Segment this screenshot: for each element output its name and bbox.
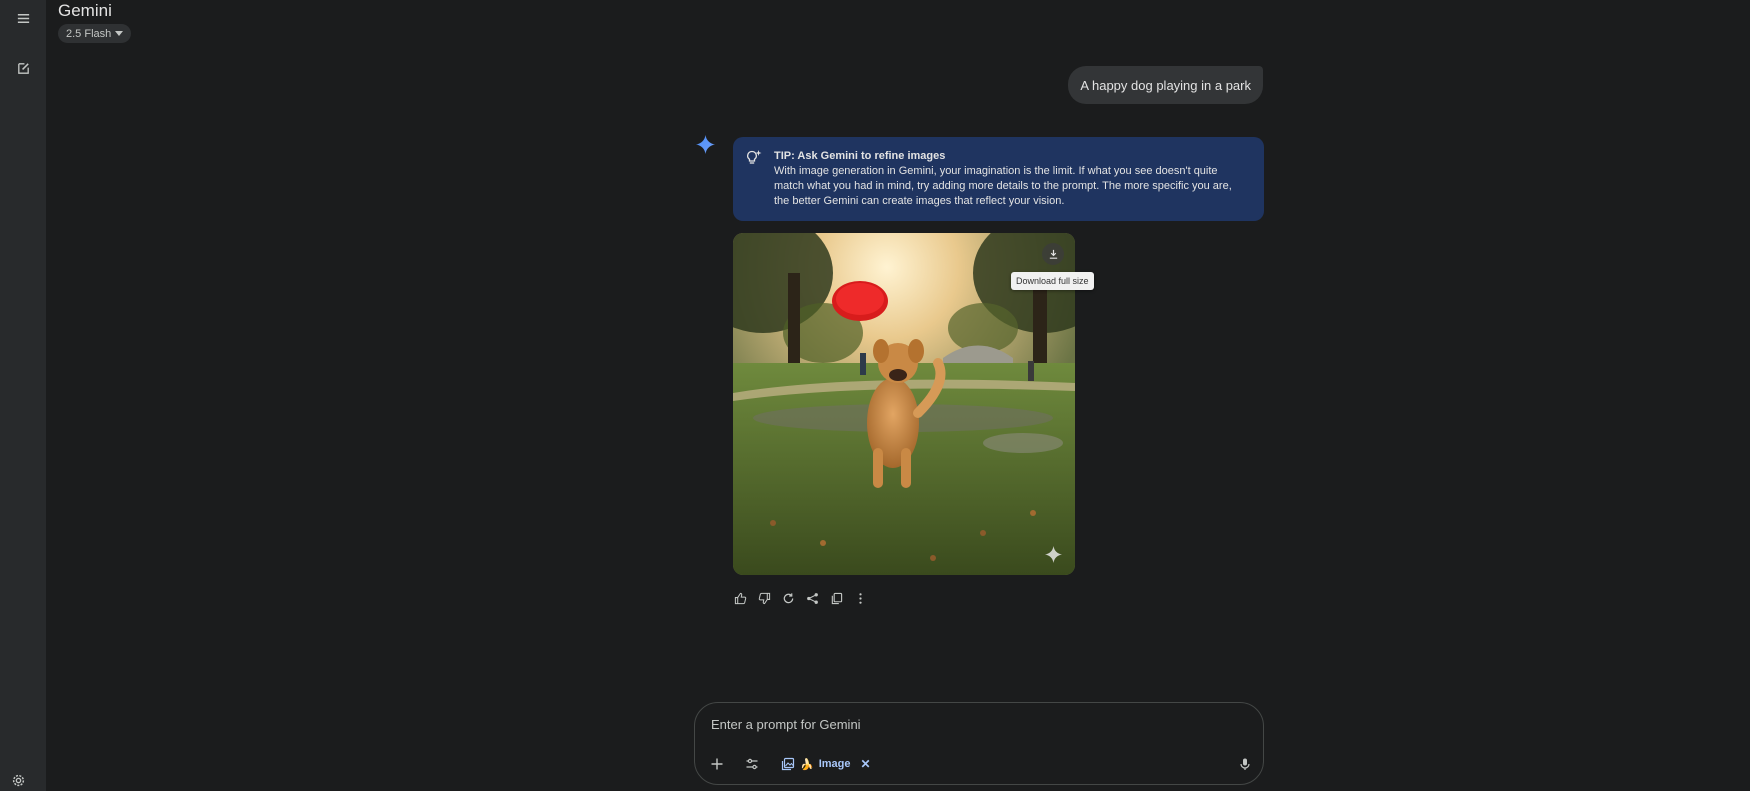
download-button[interactable]: [1042, 243, 1064, 265]
gemini-spark-icon: [696, 135, 715, 154]
user-message-text: A happy dog playing in a park: [1080, 77, 1251, 93]
share-icon: [806, 592, 818, 604]
settings-button[interactable]: [3, 769, 33, 791]
response-actions: [731, 589, 869, 607]
side-rail: [0, 0, 46, 791]
mic-icon: [1240, 758, 1250, 770]
tune-icon: [746, 758, 758, 770]
add-button[interactable]: [705, 752, 729, 776]
image-stack-icon: [781, 757, 795, 771]
thumbs-up-icon: [734, 592, 746, 604]
share-button[interactable]: [803, 589, 821, 607]
tip-body: With image generation in Gemini, your im…: [774, 165, 1232, 207]
thumbs-down-button[interactable]: [755, 589, 773, 607]
copy-icon: [831, 592, 842, 604]
model-selector[interactable]: 2.5 Flash: [58, 24, 132, 43]
menu-icon: [17, 13, 29, 23]
more-vert-icon: [858, 592, 862, 604]
copy-button[interactable]: [827, 589, 845, 607]
sparkle-watermark-icon: [1045, 546, 1062, 563]
banana-emoji: 🍌: [800, 758, 814, 771]
plus-icon: [711, 758, 723, 770]
more-options-button[interactable]: [851, 589, 869, 607]
prompt-box: 🍌 Image ✕: [694, 702, 1264, 785]
thumbs-up-button[interactable]: [731, 589, 749, 607]
prompt-input[interactable]: [709, 713, 1239, 735]
tip-title: TIP: Ask Gemini to refine images: [774, 150, 946, 162]
mic-button[interactable]: [1233, 752, 1257, 776]
gear-icon: [12, 774, 24, 786]
app-title: Gemini: [58, 1, 112, 20]
edit-icon: [17, 62, 29, 74]
new-chat-button[interactable]: [7, 52, 39, 84]
download-icon: [1049, 249, 1057, 259]
lightbulb-sparkle-icon: [747, 150, 762, 164]
model-label: 2.5 Flash: [66, 27, 112, 40]
tip-card: TIP: Ask Gemini to refine images With im…: [733, 137, 1264, 221]
refresh-icon: [783, 592, 793, 603]
user-message-bubble: A happy dog playing in a park: [1068, 66, 1263, 104]
regenerate-button[interactable]: [779, 589, 797, 607]
image-tool-label: Image: [818, 758, 851, 770]
image-tool-chip[interactable]: 🍌 Image ✕: [777, 753, 875, 775]
remove-tool-button[interactable]: ✕: [861, 757, 871, 771]
caret-down-icon: [115, 31, 124, 36]
thumbs-down-icon: [758, 592, 770, 604]
menu-button[interactable]: [7, 2, 39, 34]
download-tooltip: Download full size: [1011, 272, 1094, 290]
tools-button[interactable]: [740, 752, 764, 776]
